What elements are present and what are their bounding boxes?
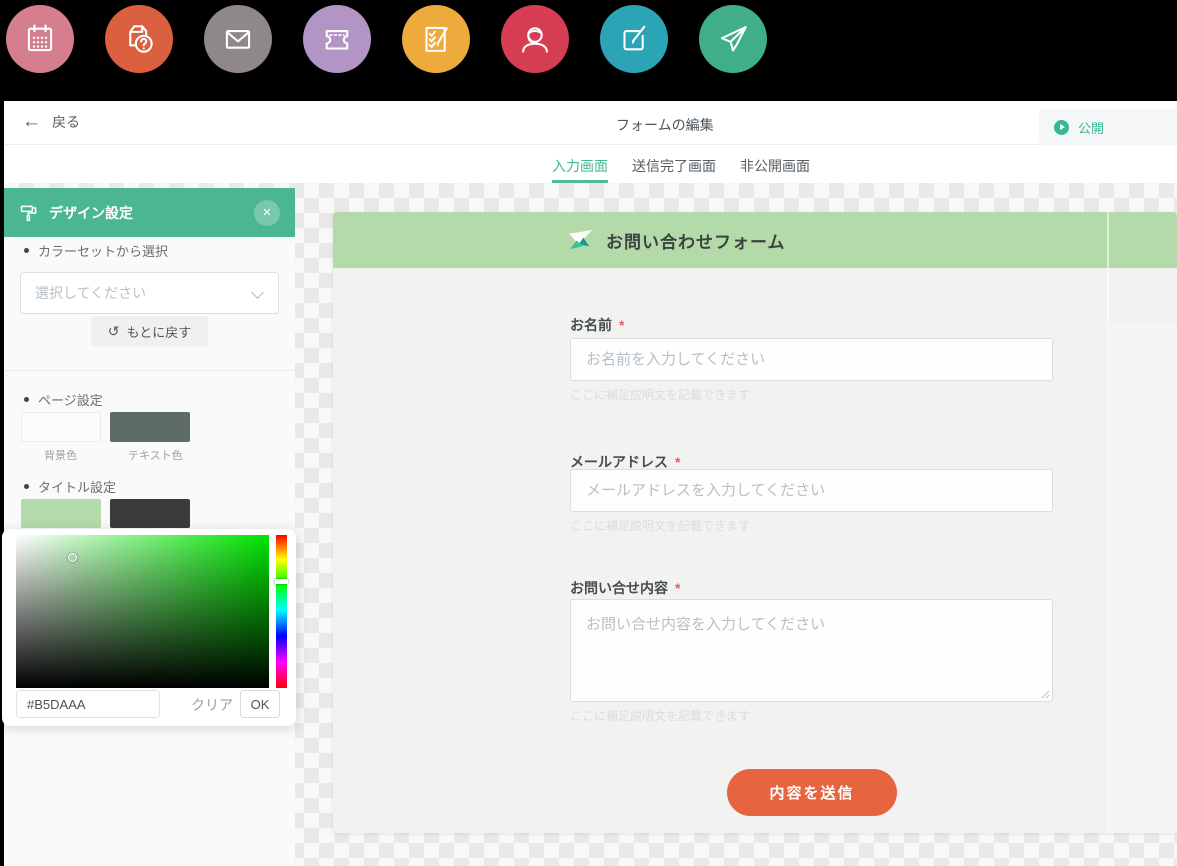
required-mark: *	[619, 317, 624, 333]
field-label-name: お名前*	[570, 315, 624, 335]
launcher-item-compose[interactable]	[600, 5, 668, 73]
page-text-color-swatch[interactable]	[110, 412, 190, 442]
name-input[interactable]	[570, 338, 1053, 381]
launcher-icon-row	[6, 5, 767, 73]
hue-slider[interactable]	[276, 535, 287, 688]
tab-complete-screen[interactable]: 送信完了画面	[632, 146, 716, 183]
chevron-down-icon	[251, 286, 264, 299]
launcher-bar	[0, 0, 1177, 101]
launcher-item-forms[interactable]	[402, 5, 470, 73]
tab-private-screen[interactable]: 非公開画面	[740, 146, 810, 183]
hue-slider-handle[interactable]	[275, 579, 288, 584]
close-icon[interactable]: ✕	[254, 200, 280, 226]
editor-header: ← 戻る フォームの編集 公開	[4, 101, 1177, 145]
field-label-inquiry: お問い合せ内容*	[570, 578, 680, 598]
saturation-area[interactable]	[16, 535, 269, 688]
form-title-bar[interactable]: お問い合わせフォーム	[333, 212, 1177, 268]
bullet-icon	[24, 248, 29, 253]
inquiry-textarea-wrap	[570, 599, 1053, 702]
color-set-select-value: 選択してください	[35, 283, 146, 303]
paint-roller-icon	[19, 203, 39, 223]
mail-icon	[219, 20, 257, 58]
undo-icon: ↺	[108, 323, 120, 340]
launcher-item-orders[interactable]	[105, 5, 173, 73]
design-settings-panel: デザイン設定 ✕ カラーセットから選択 選択してください ↺ もとに戻す ページ…	[4, 188, 295, 866]
field-help-inquiry: ここに補足説明文を記載できます	[570, 707, 750, 724]
ticket-icon	[318, 20, 356, 58]
publish-button[interactable]: 公開	[1039, 109, 1177, 145]
reset-button[interactable]: ↺ もとに戻す	[91, 316, 208, 347]
page-title: フォームの編集	[616, 115, 714, 135]
card-right-overlay	[1109, 324, 1177, 833]
app-window: ← 戻る フォームの編集 公開 入力画面 送信完了画面 非公開画面	[4, 101, 1177, 866]
color-picker-popup: クリア OK	[2, 529, 296, 726]
launcher-item-support[interactable]	[501, 5, 569, 73]
submit-button[interactable]: 内容を送信	[727, 769, 897, 816]
clear-button[interactable]: クリア	[185, 694, 239, 716]
package-question-icon	[120, 20, 158, 58]
page-section-label: ページ設定	[24, 390, 103, 409]
required-mark: *	[675, 454, 680, 470]
inquiry-textarea[interactable]	[570, 599, 1053, 702]
hex-color-input[interactable]	[16, 690, 160, 718]
screen-tabs: 入力画面 送信完了画面 非公開画面	[552, 146, 810, 183]
section-divider	[4, 370, 295, 371]
back-button[interactable]: ← 戻る	[22, 112, 80, 132]
launcher-item-send[interactable]	[699, 5, 767, 73]
back-arrow-icon: ←	[22, 112, 41, 132]
support-agent-icon	[516, 20, 554, 58]
launcher-item-ticket[interactable]	[303, 5, 371, 73]
color-set-section-label: カラーセットから選択	[24, 241, 168, 260]
reset-label: もとに戻す	[126, 322, 191, 341]
required-mark: *	[675, 580, 680, 596]
form-logo-paper-plane-icon	[567, 229, 594, 252]
tab-input-screen[interactable]: 入力画面	[552, 146, 608, 183]
color-set-select[interactable]: 選択してください	[20, 272, 279, 314]
checklist-pencil-icon	[417, 20, 455, 58]
paper-plane-icon	[714, 20, 752, 58]
page-text-swatch-label: テキスト色	[128, 447, 183, 463]
editor-canvas: デザイン設定 ✕ カラーセットから選択 選択してください ↺ もとに戻す ページ…	[4, 183, 1177, 866]
design-settings-header: デザイン設定 ✕	[4, 188, 295, 237]
field-help-email: ここに補足説明文を記載できます	[570, 517, 750, 534]
title-section-label: タイトル設定	[24, 477, 116, 496]
screen-tabbar: 入力画面 送信完了画面 非公開画面	[4, 146, 1177, 183]
launcher-item-mail[interactable]	[204, 5, 272, 73]
publish-label: 公開	[1078, 118, 1104, 137]
page-background-swatch-label: 背景色	[44, 447, 77, 463]
email-input[interactable]	[570, 469, 1053, 512]
form-title-row: お問い合わせフォーム	[567, 212, 786, 268]
ok-button[interactable]: OK	[240, 690, 280, 718]
compose-icon	[615, 20, 653, 58]
page-background-color-swatch[interactable]	[21, 412, 101, 442]
field-help-name: ここに補足説明文を記載できます	[570, 386, 750, 403]
play-icon	[1054, 120, 1069, 135]
saturation-cursor[interactable]	[68, 553, 77, 562]
design-settings-title: デザイン設定	[49, 203, 133, 223]
form-title: お問い合わせフォーム	[606, 228, 786, 253]
form-preview-card: お問い合わせフォーム お名前* ここに補足説明文を記載できます メールアドレス*…	[333, 212, 1177, 833]
bullet-icon	[24, 484, 29, 489]
resize-handle-icon[interactable]	[1040, 689, 1050, 699]
bullet-icon	[24, 397, 29, 402]
card-column-divider	[1107, 212, 1109, 833]
title-text-color-swatch[interactable]	[110, 499, 190, 528]
launcher-item-calendar[interactable]	[6, 5, 74, 73]
calendar-icon	[21, 20, 59, 58]
title-background-color-swatch[interactable]	[21, 499, 101, 528]
back-label: 戻る	[52, 112, 80, 132]
